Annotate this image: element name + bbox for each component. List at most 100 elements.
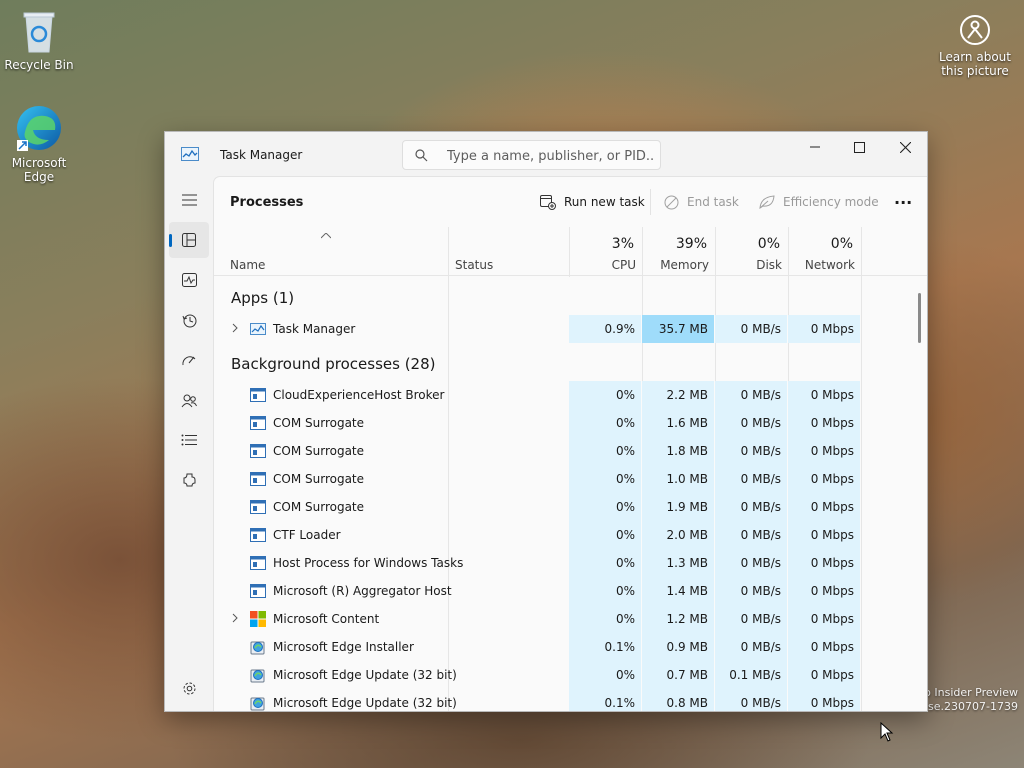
process-row[interactable]: Microsoft Edge Update (32 bit) 0% 0.7 MB 0.… — [214, 661, 914, 689]
network-value: 0 Mbps — [788, 493, 860, 521]
nav-app-history[interactable] — [169, 302, 209, 338]
page-title: Processes — [230, 195, 304, 210]
network-value: 0 Mbps — [788, 381, 860, 409]
memory-value: 1.3 MB — [642, 549, 714, 577]
column-memory-label: Memory — [660, 258, 709, 272]
process-row[interactable]: Microsoft Content 0% 1.2 MB 0 MB/s 0 Mbps — [214, 605, 914, 633]
nav-users[interactable] — [169, 382, 209, 418]
cpu-total: 3% — [611, 236, 634, 252]
efficiency-mode-label: Efficiency mode — [783, 195, 879, 209]
end-task-button[interactable]: End task — [664, 187, 739, 217]
memory-value: 1.2 MB — [642, 605, 714, 633]
desktop-icon-recycle-bin[interactable]: Recycle Bin — [1, 10, 77, 72]
disk-value: 0 MB/s — [715, 605, 787, 633]
nav-performance[interactable] — [169, 262, 209, 298]
more-icon: ... — [894, 188, 913, 208]
cpu-value: 0.9% — [569, 315, 641, 343]
scrollbar-thumb[interactable] — [918, 293, 921, 343]
hamburger-icon — [181, 194, 197, 206]
network-value: 0 Mbps — [788, 315, 860, 343]
window-title: Task Manager — [220, 148, 303, 162]
column-header-memory[interactable]: 39% Memory — [642, 227, 715, 276]
process-name: CloudExperienceHost Broker — [273, 388, 445, 402]
memory-value: 0.7 MB — [642, 661, 714, 689]
network-value: 0 Mbps — [788, 689, 860, 711]
window-app-icon — [250, 387, 266, 403]
title-bar[interactable]: Task Manager — [165, 132, 927, 176]
search-input[interactable] — [447, 146, 655, 166]
process-row[interactable]: CloudExperienceHost Broker 0% 2.2 MB 0 MB/s… — [214, 381, 914, 409]
process-row[interactable]: COM Surrogate 0% 1.0 MB 0 MB/s 0 Mbps — [214, 465, 914, 493]
history-icon — [182, 314, 196, 327]
close-icon — [899, 141, 911, 153]
disk-value: 0 MB/s — [715, 549, 787, 577]
search-box[interactable] — [402, 140, 661, 170]
leaf-icon — [759, 195, 775, 209]
network-value: 0 Mbps — [788, 437, 860, 465]
process-list: Apps (1) Task Manager 0.9% 35.7 MB 0 MB/… — [214, 277, 927, 711]
group-header-apps[interactable]: Apps (1) — [214, 277, 914, 315]
nav-settings[interactable] — [169, 670, 209, 706]
minimize-icon — [810, 146, 820, 148]
process-row[interactable]: COM Surrogate 0% 1.9 MB 0 MB/s 0 Mbps — [214, 493, 914, 521]
search-icon — [415, 149, 428, 162]
column-divider — [569, 227, 570, 277]
taskmanager-app-icon — [181, 147, 199, 161]
column-network-label: Network — [804, 258, 855, 272]
memory-value: 2.0 MB — [642, 521, 714, 549]
cpu-value: 0% — [569, 577, 641, 605]
cpu-value: 0.1% — [569, 633, 641, 661]
maximize-button[interactable] — [836, 132, 882, 162]
nav-processes[interactable] — [169, 222, 209, 258]
efficiency-mode-button[interactable]: Efficiency mode — [759, 187, 879, 217]
group-title: Background processes (28) — [231, 355, 436, 373]
network-value: 0 Mbps — [788, 465, 860, 493]
memory-value: 1.8 MB — [642, 437, 714, 465]
column-header-disk[interactable]: 0% Disk — [715, 227, 788, 276]
column-header-cpu[interactable]: 3% CPU — [569, 227, 642, 276]
cpu-value: 0.1% — [569, 689, 641, 711]
run-new-task-button[interactable]: Run new task — [540, 187, 645, 217]
chevron-right-icon[interactable] — [232, 323, 238, 333]
network-value: 0 Mbps — [788, 549, 860, 577]
nav-menu[interactable] — [169, 182, 209, 218]
desktop-icon-edge[interactable]: Microsoft Edge — [1, 104, 77, 184]
group-header-background[interactable]: Background processes (28) — [214, 343, 914, 381]
close-button[interactable] — [882, 132, 928, 162]
process-name: COM Surrogate — [273, 500, 365, 514]
column-status-label: Status — [455, 258, 494, 272]
processes-icon — [182, 233, 196, 247]
column-header-network[interactable]: 0% Network — [788, 227, 861, 276]
column-header-name[interactable]: Name — [214, 227, 448, 276]
memory-total: 39% — [675, 236, 707, 252]
process-row[interactable]: CTF Loader 0% 2.0 MB 0 MB/s 0 Mbps — [214, 521, 914, 549]
spotlight-learn-about[interactable]: Learn about this picture — [937, 14, 1013, 78]
performance-icon — [181, 273, 197, 287]
nav-details[interactable] — [169, 422, 209, 458]
process-row[interactable]: COM Surrogate 0% 1.8 MB 0 MB/s 0 Mbps — [214, 437, 914, 465]
toolbar-divider — [650, 189, 651, 215]
minimize-button[interactable] — [792, 132, 838, 162]
cpu-value: 0% — [569, 521, 641, 549]
process-row[interactable]: Host Process for Windows Tasks 0% 1.3 MB 0 … — [214, 549, 914, 577]
process-row[interactable]: Microsoft (R) Aggregator Host 0% 1.4 MB 0 M… — [214, 577, 914, 605]
process-row[interactable]: Microsoft Edge Installer 0.1% 0.9 MB 0 MB/s… — [214, 633, 914, 661]
disk-value: 0 MB/s — [715, 521, 787, 549]
nav-sidebar — [165, 176, 213, 711]
nav-startup-apps[interactable] — [169, 342, 209, 378]
users-icon — [181, 394, 197, 407]
memory-value: 1.4 MB — [642, 577, 714, 605]
chevron-right-icon[interactable] — [232, 613, 238, 623]
window-app-icon — [250, 415, 266, 431]
more-options-button[interactable]: ... — [894, 183, 912, 213]
process-row[interactable]: Microsoft Edge Update (32 bit) 0.1% 0.8 MB… — [214, 689, 914, 711]
cpu-value: 0% — [569, 465, 641, 493]
process-row[interactable]: COM Surrogate 0% 1.6 MB 0 MB/s 0 Mbps — [214, 409, 914, 437]
installer-icon — [250, 695, 266, 711]
disk-value: 0 MB/s — [715, 315, 787, 343]
cpu-value: 0% — [569, 437, 641, 465]
nav-services[interactable] — [169, 462, 209, 498]
process-row[interactable]: Task Manager 0.9% 35.7 MB 0 MB/s 0 Mbps — [214, 315, 914, 343]
column-header-status[interactable]: Status — [448, 227, 569, 276]
network-value: 0 Mbps — [788, 577, 860, 605]
